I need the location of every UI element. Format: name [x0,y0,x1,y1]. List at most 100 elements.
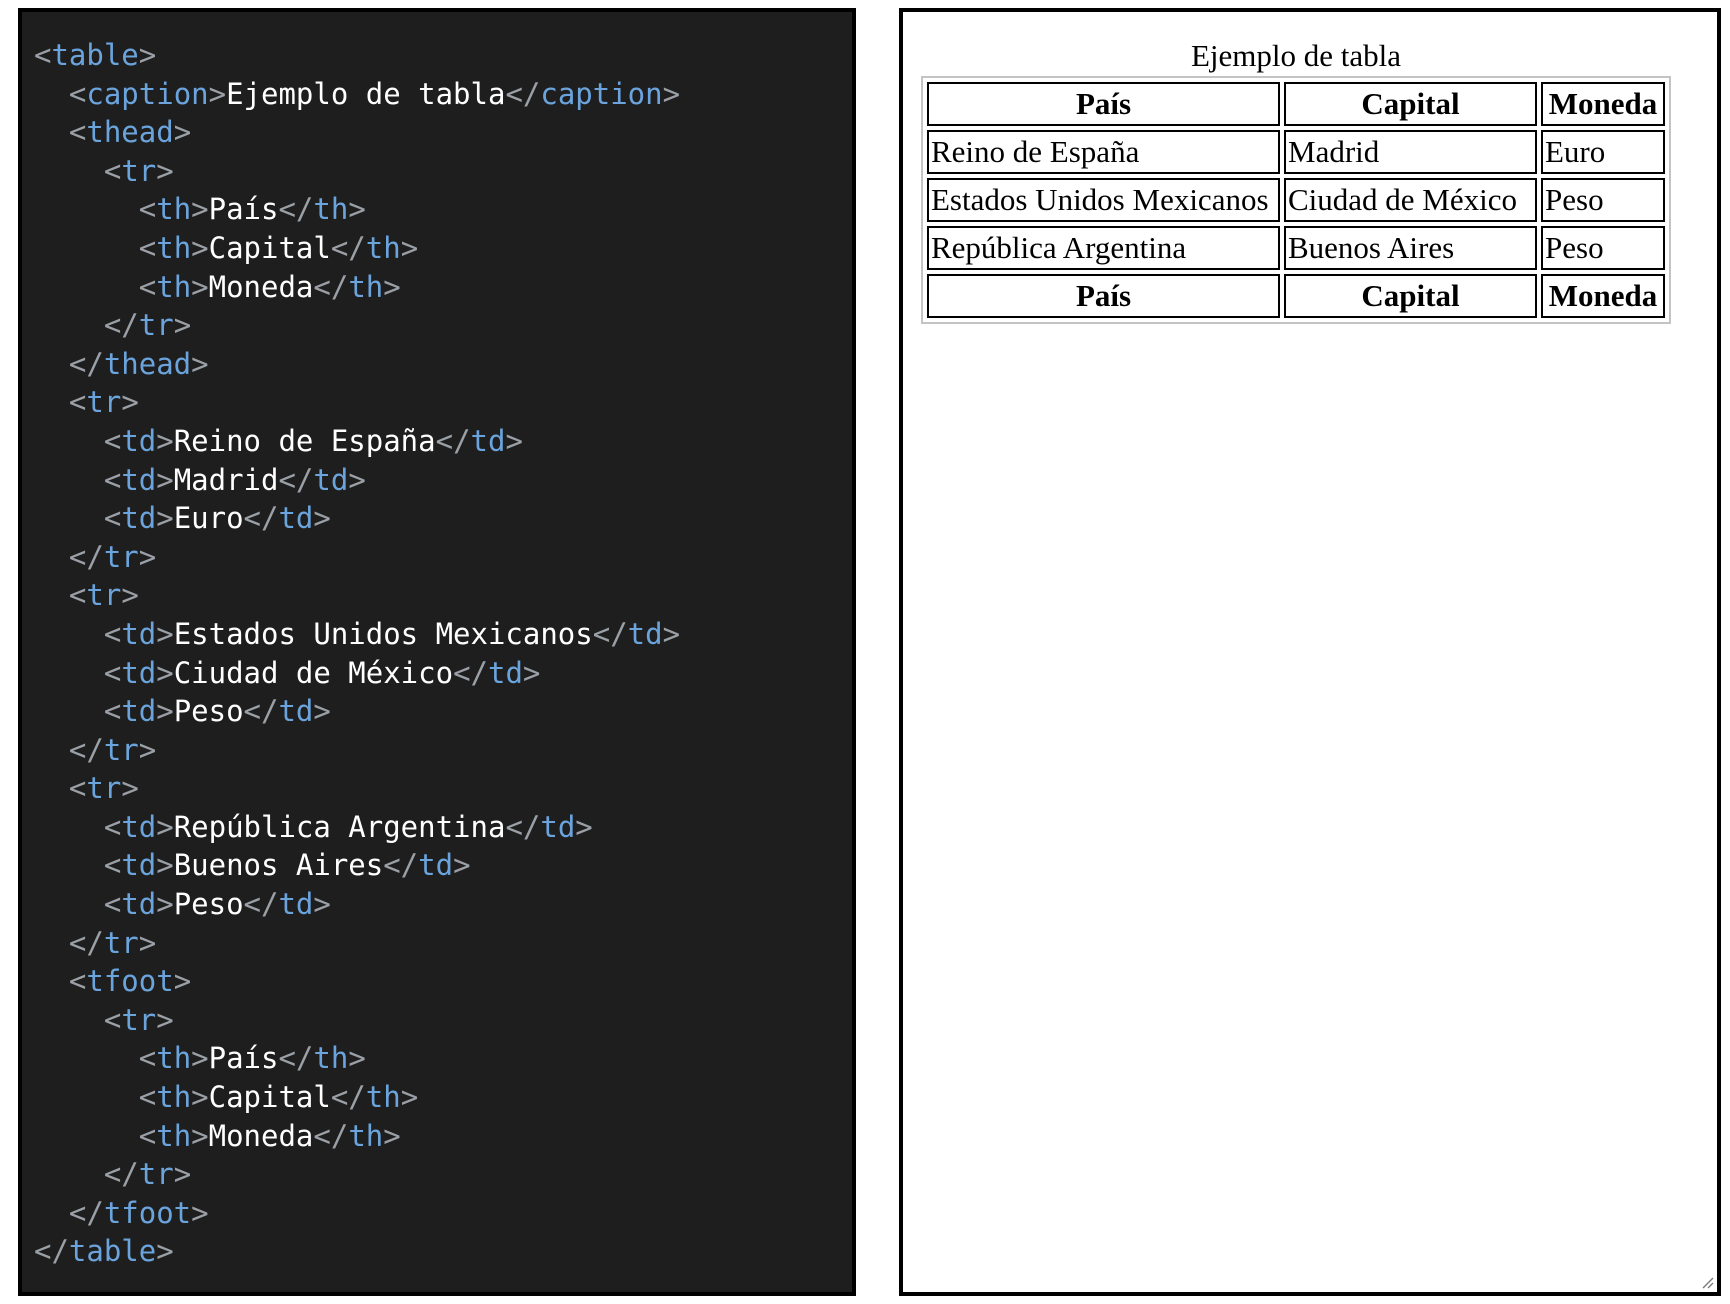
code-line: </thead> [34,345,680,384]
code-editor[interactable]: <table> <caption>Ejemplo de tabla</capti… [18,8,856,1296]
code-line: <thead> [34,113,680,152]
code-tag-name: tfoot [86,964,174,999]
code-line: <td>Reino de España</td> [34,422,680,461]
code-line: <th>País</th> [34,190,680,229]
code-punctuation: > [662,76,681,111]
code-punctuation: > [208,76,227,111]
code-punctuation: > [156,616,174,651]
code-punctuation: > [191,1118,209,1153]
table-row: Estados Unidos Mexicanos Ciudad de Méxic… [927,178,1665,222]
table-head: País Capital Moneda [927,82,1665,126]
preview-table: Ejemplo de tabla País Capital Moneda Rei… [921,34,1671,324]
code-punctuation: < [138,230,157,265]
code-punctuation: < [138,1080,157,1115]
code-text: Moneda [208,1118,314,1153]
code-line: <tfoot> [34,962,680,1001]
code-tag-name: td [121,501,157,536]
code-line: </tr> [34,306,680,345]
code-punctuation: </ [453,655,488,690]
code-punctuation: > [191,230,209,265]
code-tag-name: th [313,1041,349,1076]
code-line: <tr> [34,576,680,615]
code-punctuation: </ [278,1041,314,1076]
code-punctuation: </ [330,1080,366,1115]
table-row: República Argentina Buenos Aires Peso [927,226,1665,270]
code-tag-name: thead [103,346,192,381]
code-line: </tr> [34,538,680,577]
code-text: Buenos Aires [173,848,384,883]
code-tag-name: table [68,1234,157,1269]
cell-capital: Ciudad de México [1284,178,1537,222]
code-text: Capital [208,230,331,265]
code-text: Euro [173,501,244,536]
code-tag-name: td [487,655,523,690]
code-punctuation: < [103,887,122,922]
code-punctuation: > [156,848,174,883]
code-punctuation: </ [505,809,541,844]
code-punctuation: </ [383,848,419,883]
resize-grip-icon[interactable] [1700,1275,1714,1289]
code-tag-name: td [121,809,157,844]
code-punctuation: > [138,925,157,960]
code-punctuation: > [156,462,174,497]
footer-row: País Capital Moneda [927,274,1665,318]
code-punctuation: > [191,1080,209,1115]
code-line: <td>República Argentina</td> [34,808,680,847]
code-tag-name: td [418,848,454,883]
table-body: Reino de España Madrid Euro Estados Unid… [927,130,1665,270]
cell-currency: Peso [1541,226,1665,270]
code-lines: <table> <caption>Ejemplo de tabla</capti… [34,36,680,1271]
code-text: Peso [173,694,244,729]
code-punctuation: > [348,1041,366,1076]
header-cell-country: País [927,82,1280,126]
code-text: Reino de España [173,423,436,458]
code-punctuation: < [103,423,122,458]
code-punctuation: </ [68,925,104,960]
code-line: <tr> [34,152,680,191]
code-punctuation: < [103,153,122,188]
code-punctuation: > [156,423,174,458]
code-tag-name: td [278,501,314,536]
code-line: <td>Peso</td> [34,885,680,924]
code-tag-name: tr [103,732,139,767]
code-tag-name: th [365,1080,401,1115]
preview-frame[interactable]: Ejemplo de tabla País Capital Moneda Rei… [899,8,1721,1296]
code-punctuation: > [121,385,139,420]
code-line: <td>Estados Unidos Mexicanos</td> [34,615,680,654]
code-punctuation: > [348,462,366,497]
code-punctuation: > [191,192,209,227]
cell-country: Reino de España [927,130,1280,174]
code-punctuation: </ [68,1195,104,1230]
code-punctuation: < [68,385,87,420]
code-tag-name: caption [86,76,209,111]
code-text: Capital [208,1080,331,1115]
code-punctuation: > [156,809,174,844]
code-punctuation: > [138,539,157,574]
code-punctuation: </ [330,230,366,265]
code-line: </tr> [34,924,680,963]
code-punctuation: > [575,809,593,844]
code-punctuation: < [68,76,87,111]
code-line: <th>Capital</th> [34,229,680,268]
code-punctuation: </ [34,1234,69,1269]
code-punctuation: < [68,578,87,613]
code-punctuation: < [138,1041,157,1076]
table-row: Reino de España Madrid Euro [927,130,1665,174]
code-line: <tr> [34,383,680,422]
code-punctuation: </ [278,462,314,497]
code-tag-name: tr [138,308,174,343]
code-punctuation: > [383,1118,401,1153]
